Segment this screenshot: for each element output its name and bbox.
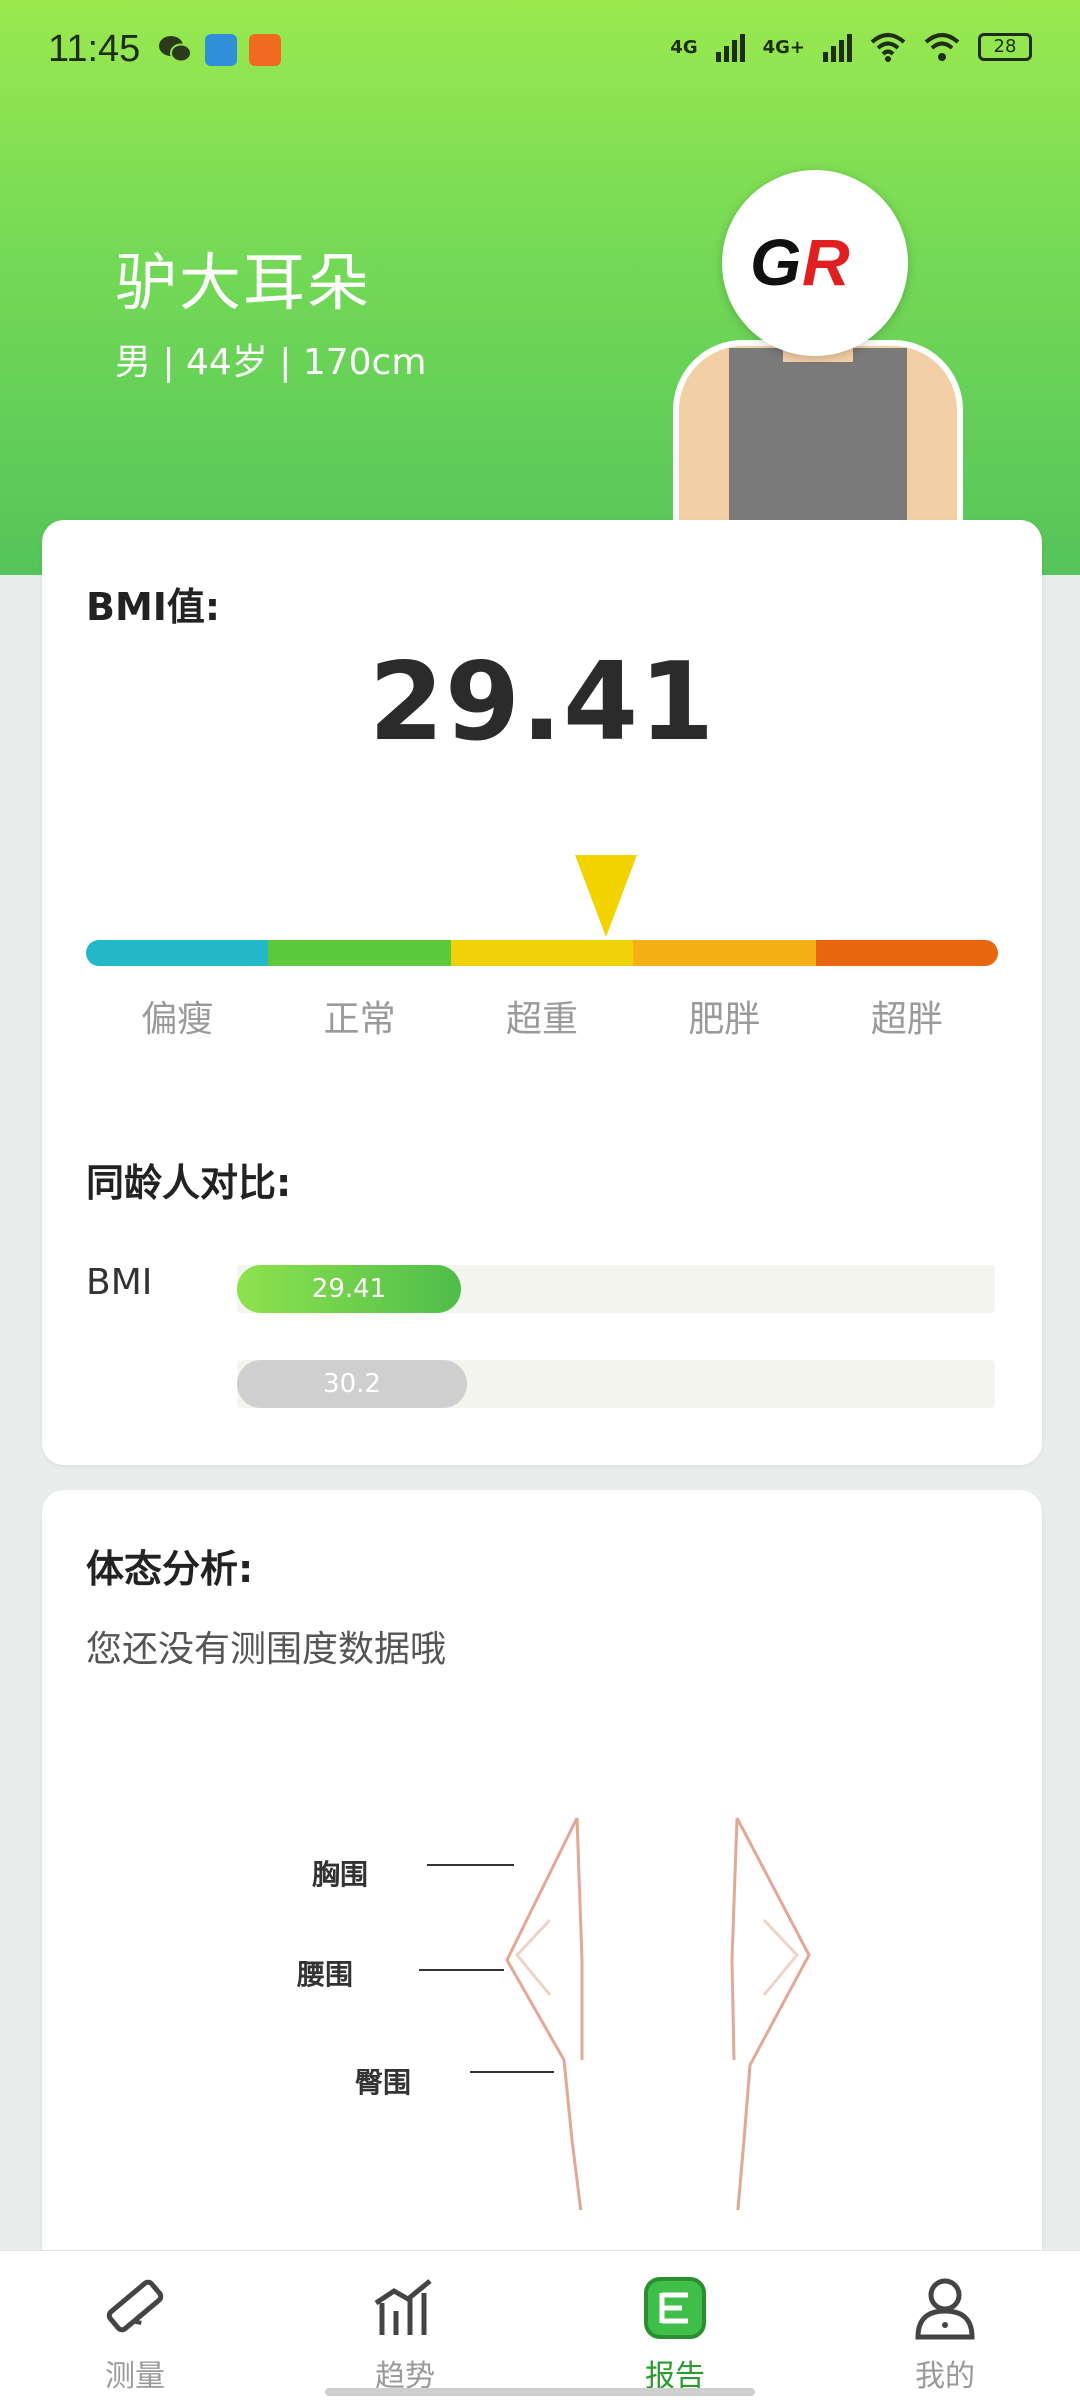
wifi-icon-2 xyxy=(924,33,960,61)
profile-header: 11:45 4G 4G+ 28 驴大耳朵 男 | 44岁 | 170cm G R xyxy=(0,0,1080,580)
posture-empty-message: 您还没有测围度数据哦 xyxy=(86,1629,447,1670)
bmi-card: BMI值: 29.41 偏瘦 正常 超重 肥胖 超胖 同龄人对比: BMI 29… xyxy=(42,520,1042,1465)
network-label: 4G xyxy=(670,36,698,58)
avatar[interactable]: G R xyxy=(665,170,965,580)
app-notification-icon-2 xyxy=(249,34,281,66)
profile-icon xyxy=(915,2278,975,2340)
nav-mine[interactable]: 我的 xyxy=(810,2251,1080,2400)
compare-bmi-label: BMI xyxy=(86,1262,153,1303)
compare-track-peer: 30.2 xyxy=(237,1360,995,1408)
nav-measure[interactable]: 测量 xyxy=(0,2251,270,2400)
chest-label: 胸围 xyxy=(312,1858,369,1891)
scale-segment xyxy=(450,940,634,966)
network-label-2: 4G+ xyxy=(762,36,805,58)
user-name: 驴大耳朵 xyxy=(115,246,372,319)
bmi-value: 29.41 xyxy=(368,640,716,765)
scale-segment xyxy=(86,940,269,966)
trend-chart-icon xyxy=(374,2279,432,2335)
compare-track-mine: 29.41 xyxy=(237,1265,995,1313)
ruler-icon xyxy=(106,2279,164,2333)
waist-label: 腰围 xyxy=(297,1958,354,1991)
svg-text:G: G xyxy=(750,225,801,299)
bmi-pointer-icon xyxy=(575,855,637,937)
compare-bar-peer: 30.2 xyxy=(237,1360,467,1408)
nav-label: 测量 xyxy=(105,2359,165,2394)
nav-trend[interactable]: 趋势 xyxy=(270,2251,540,2400)
scale-segment xyxy=(815,940,999,966)
status-time: 11:45 xyxy=(48,28,141,70)
bmi-title: BMI值: xyxy=(86,585,221,629)
wifi-icon xyxy=(870,33,906,62)
signal-icon-2 xyxy=(823,32,852,62)
compare-bar-mine: 29.41 xyxy=(237,1265,461,1313)
hip-label: 臀围 xyxy=(355,2066,412,2099)
home-indicator[interactable] xyxy=(325,2388,755,2396)
scale-label: 超胖 xyxy=(870,999,943,1040)
status-bar: 11:45 4G 4G+ 28 xyxy=(0,0,1080,100)
bmi-scale-labels: 偏瘦 正常 超重 肥胖 超胖 xyxy=(86,990,998,1042)
scale-segment xyxy=(633,940,816,966)
avatar-logo: G R xyxy=(722,170,908,356)
signal-icon xyxy=(715,32,745,62)
svg-text:R: R xyxy=(802,225,850,299)
nav-report[interactable]: 报告 xyxy=(540,2251,810,2400)
status-indicators: 4G 4G+ 28 xyxy=(670,32,1032,62)
nav-label: 我的 xyxy=(915,2359,975,2394)
battery-icon: 28 xyxy=(978,33,1032,61)
scale-segment xyxy=(268,940,451,966)
body-outline-diagram xyxy=(419,1817,811,2210)
scale-label: 正常 xyxy=(323,999,396,1040)
report-icon xyxy=(644,2277,706,2339)
user-info: 男 | 44岁 | 170cm xyxy=(115,342,427,383)
app-notification-icon xyxy=(205,34,237,66)
wechat-icon xyxy=(158,34,192,66)
posture-title: 体态分析: xyxy=(86,1547,254,1591)
gr-logo-icon: G R xyxy=(750,225,850,299)
compare-title: 同龄人对比: xyxy=(86,1161,292,1205)
bmi-scale-bar xyxy=(86,940,999,966)
bottom-navigation: 测量 趋势 报告 我的 xyxy=(0,2250,1080,2400)
scale-label: 超重 xyxy=(506,999,579,1040)
scale-label: 肥胖 xyxy=(688,999,761,1040)
scale-label: 偏瘦 xyxy=(141,999,214,1040)
